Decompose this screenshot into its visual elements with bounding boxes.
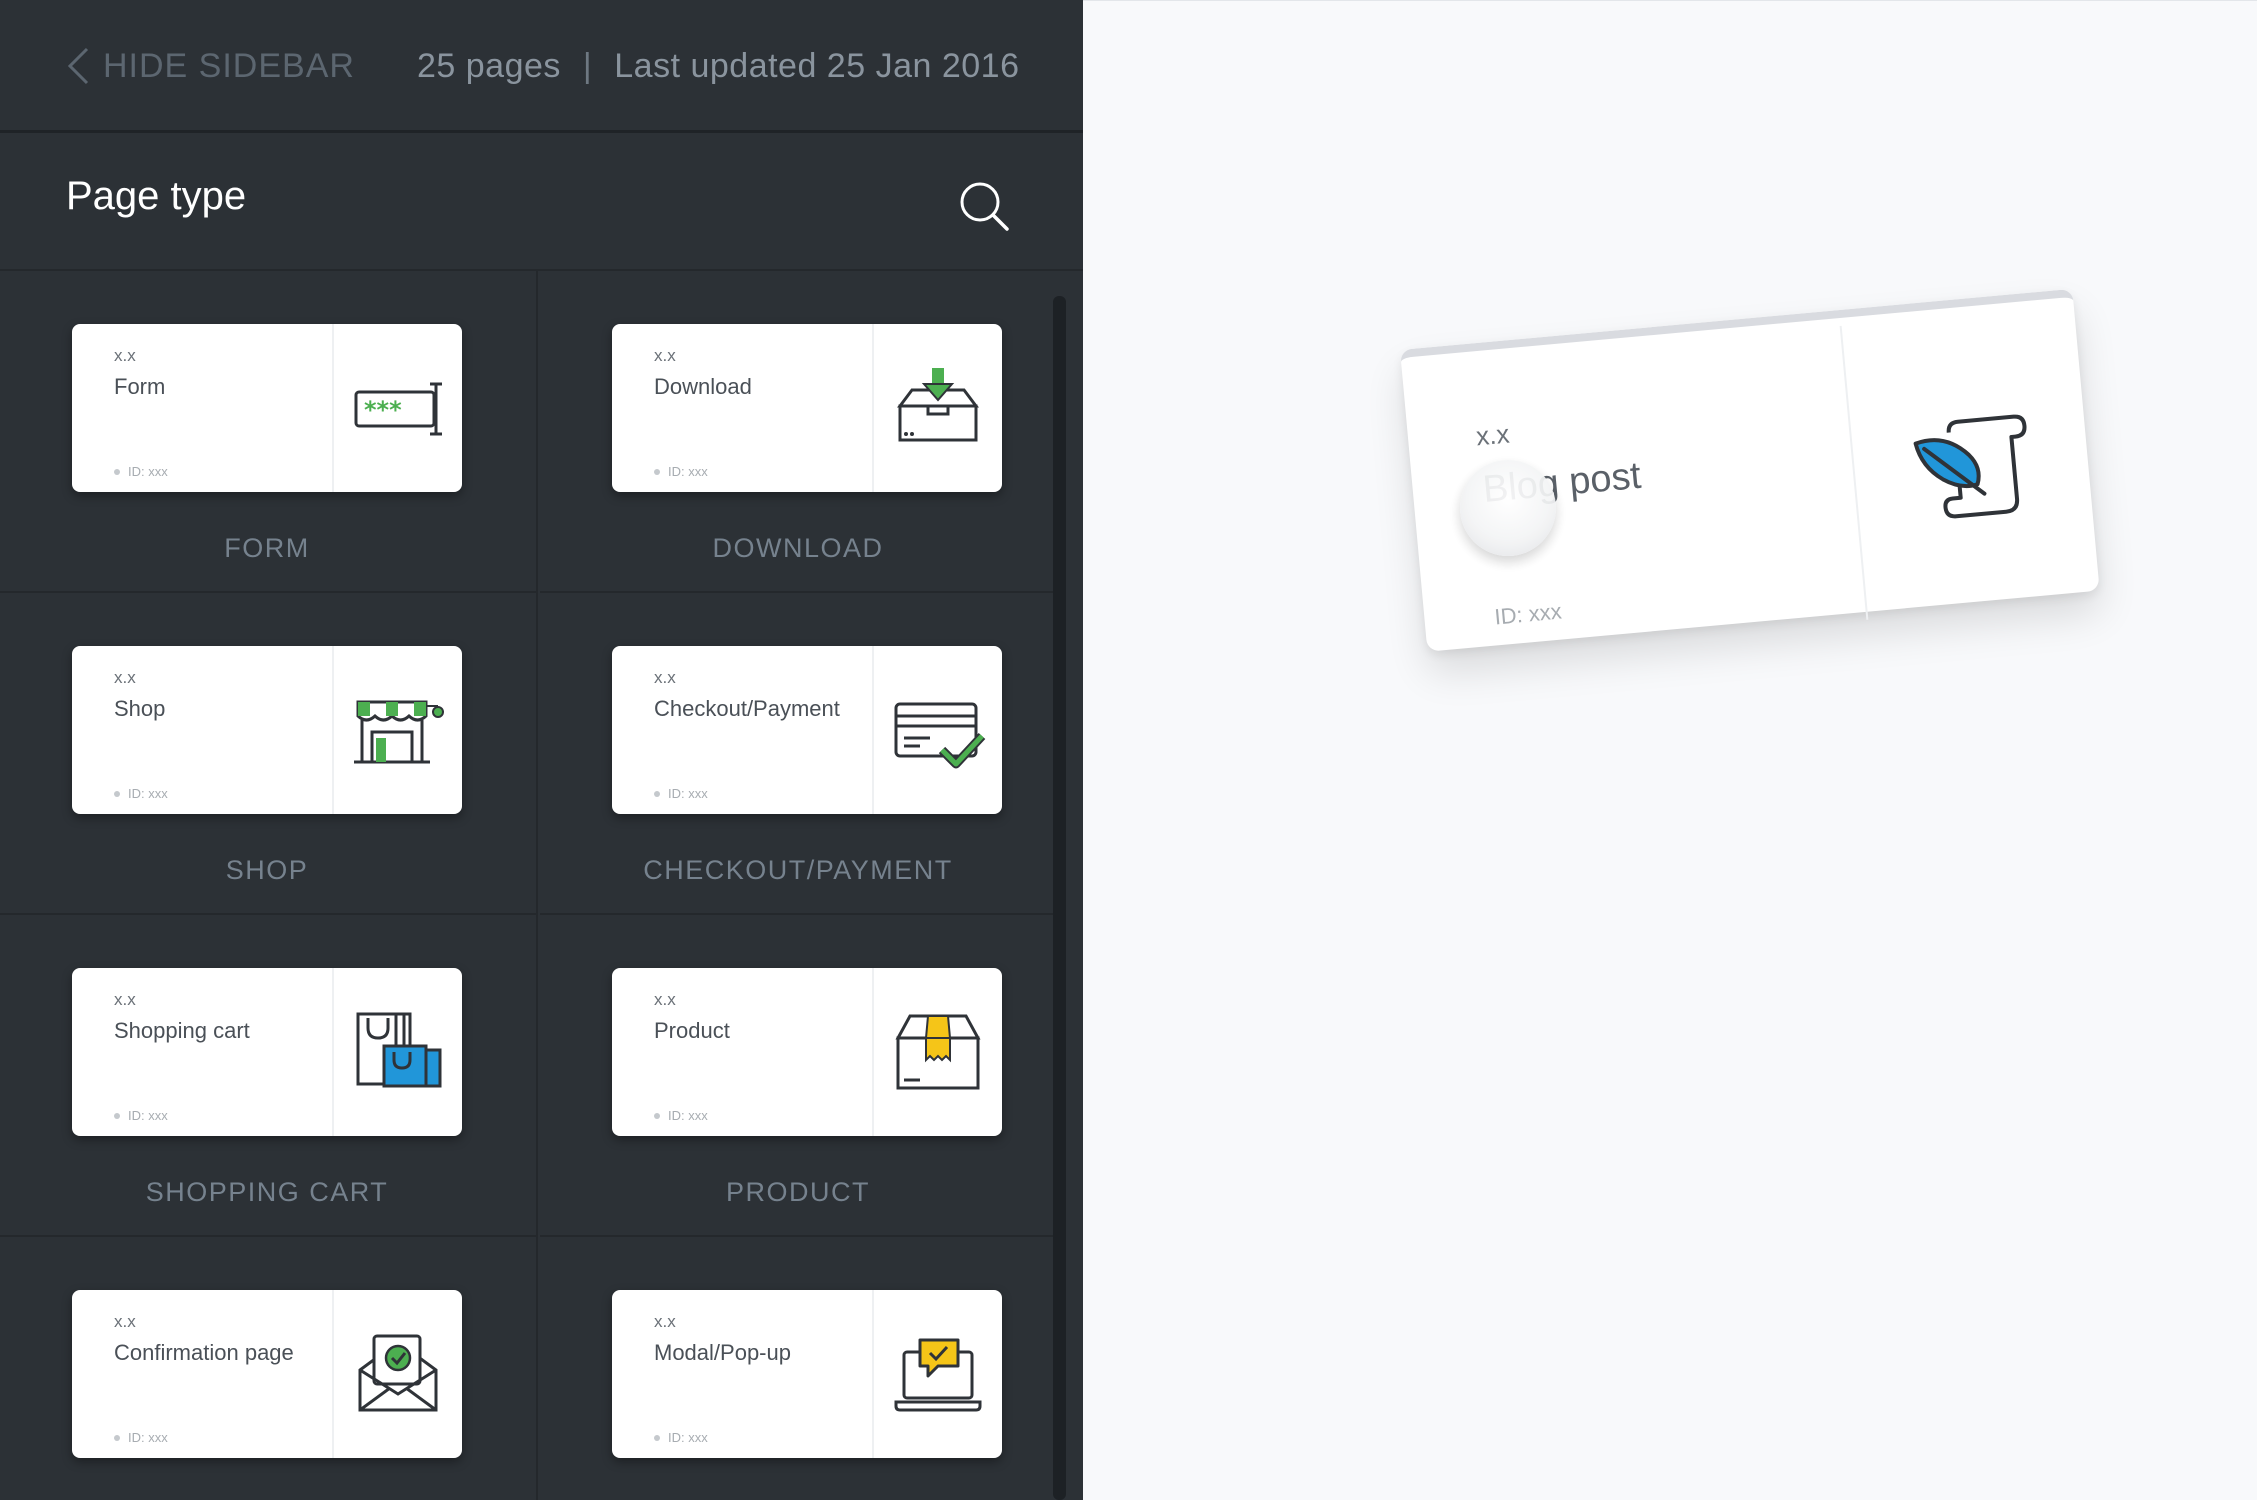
card-icon-pane bbox=[332, 968, 462, 1136]
form-password-icon: *** bbox=[354, 382, 442, 436]
card-icon-pane: *** bbox=[332, 324, 462, 492]
page-type-caption: SHOP bbox=[225, 855, 309, 885]
card-version: x.x bbox=[114, 346, 136, 365]
shopping-bags-icon bbox=[356, 1012, 442, 1088]
confirmation-envelope-icon bbox=[358, 1334, 438, 1412]
sidebar-scrollbar[interactable] bbox=[1053, 296, 1066, 1500]
search-icon bbox=[960, 182, 1009, 231]
card-name: Form bbox=[114, 374, 166, 399]
shop-storefront-icon bbox=[354, 700, 444, 764]
drag-cursor bbox=[1460, 460, 1556, 556]
card-id: ID: xxx bbox=[654, 786, 708, 801]
page-card: x.x Download ID: xxx bbox=[612, 324, 1002, 492]
card-id: ID: xxx bbox=[114, 1430, 168, 1445]
card-name: Shop bbox=[114, 696, 166, 721]
page-type-caption: CHECKOUT/PAYMENT bbox=[643, 855, 953, 885]
card-version: x.x bbox=[654, 346, 676, 365]
card-name: Modal/Pop-up bbox=[654, 1340, 791, 1365]
page-type-caption: DOWNLOAD bbox=[712, 533, 884, 563]
card-id: ID: xxx bbox=[654, 1430, 708, 1445]
dragged-card-icon-pane bbox=[1839, 304, 2101, 620]
page-type-item-modal[interactable]: x.x Modal/Pop-up ID: xxx bbox=[540, 1237, 1055, 1500]
card-version: x.x bbox=[654, 990, 676, 1009]
meta-separator: | bbox=[582, 46, 593, 85]
page-type-title: Page type bbox=[66, 174, 247, 218]
sidebar-topbar: HIDE SIDEBAR 25 pages | Last updated 25 … bbox=[0, 0, 1083, 133]
search-button[interactable] bbox=[958, 180, 1010, 232]
page-type-header: Page type bbox=[0, 136, 1083, 271]
page-type-item-download[interactable]: x.x Download ID: xxx DOWNLOAD bbox=[540, 271, 1055, 593]
canvas-area[interactable] bbox=[1083, 0, 2257, 1500]
card-version: x.x bbox=[114, 990, 136, 1009]
page-card: x.x Modal/Pop-up ID: xxx bbox=[612, 1290, 1002, 1458]
pages-count: 25 pages bbox=[417, 46, 561, 85]
page-type-item-confirmation[interactable]: x.x Confirmation page ID: xxx bbox=[0, 1237, 538, 1500]
page-type-caption: FORM bbox=[224, 533, 310, 563]
card-name: Shopping cart bbox=[114, 1018, 250, 1043]
card-version: x.x bbox=[114, 668, 136, 687]
svg-text:***: *** bbox=[364, 396, 402, 424]
hide-sidebar-button[interactable]: HIDE SIDEBAR bbox=[65, 44, 355, 88]
card-icon-pane bbox=[332, 646, 462, 814]
card-icon-pane bbox=[872, 1290, 1002, 1458]
card-icon-pane bbox=[332, 1290, 462, 1458]
card-name: Download bbox=[654, 374, 752, 399]
page-card: x.x Checkout/Payment ID: xxx bbox=[612, 646, 1002, 814]
dragged-card-id: ID: xxx bbox=[1493, 598, 1563, 630]
page-type-caption: PRODUCT bbox=[726, 1177, 870, 1207]
sidebar: HIDE SIDEBAR 25 pages | Last updated 25 … bbox=[0, 0, 1083, 1500]
credit-card-check-icon bbox=[894, 702, 986, 769]
page-card: x.x Confirmation page ID: xxx bbox=[72, 1290, 462, 1458]
page-card: x.x Shop ID: xxx bbox=[72, 646, 462, 814]
card-name: Confirmation page bbox=[114, 1340, 294, 1365]
card-icon-pane bbox=[872, 324, 1002, 492]
hide-sidebar-label: HIDE SIDEBAR bbox=[103, 46, 355, 85]
card-id: ID: xxx bbox=[114, 1108, 168, 1123]
page-card: x.x Form ID: xxx *** bbox=[72, 324, 462, 492]
page-type-item-shop[interactable]: x.x Shop ID: xxx SHOP bbox=[0, 593, 538, 915]
last-updated: Last updated 25 Jan 2016 bbox=[614, 46, 1020, 85]
quill-scroll-icon bbox=[1913, 414, 2026, 518]
download-box-icon bbox=[897, 368, 979, 442]
page-card: x.x Shopping cart ID: xxx bbox=[72, 968, 462, 1136]
page-type-item-product[interactable]: x.x Product ID: xxx PRODUCT bbox=[540, 915, 1055, 1237]
page-type-item-shopping-cart[interactable]: x.x Shopping cart ID: xxx SHOPPING CART bbox=[0, 915, 538, 1237]
product-box-icon bbox=[895, 1014, 981, 1090]
sidebar-meta: 25 pages | Last updated 25 Jan 2016 bbox=[417, 44, 1019, 88]
card-id: ID: xxx bbox=[654, 1108, 708, 1123]
card-version: x.x bbox=[114, 1312, 136, 1331]
card-name: Product bbox=[654, 1018, 730, 1043]
card-icon-pane bbox=[872, 646, 1002, 814]
page-type-caption: SHOPPING CART bbox=[145, 1177, 389, 1207]
dragged-card-version: x.x bbox=[1474, 418, 1511, 452]
card-name: Checkout/Payment bbox=[654, 696, 840, 721]
page-type-item-form[interactable]: x.x Form ID: xxx *** FORM bbox=[0, 271, 538, 593]
card-version: x.x bbox=[654, 1312, 676, 1331]
page-card: x.x Product ID: xxx bbox=[612, 968, 1002, 1136]
laptop-popup-icon bbox=[894, 1338, 982, 1412]
chevron-left-icon bbox=[67, 47, 89, 85]
card-id: ID: xxx bbox=[114, 786, 168, 801]
page-type-item-checkout[interactable]: x.x Checkout/Payment ID: xxx CHECKOUT/PA bbox=[540, 593, 1055, 915]
card-version: x.x bbox=[654, 668, 676, 687]
card-icon-pane bbox=[872, 968, 1002, 1136]
card-id: ID: xxx bbox=[654, 464, 708, 479]
card-id: ID: xxx bbox=[114, 464, 168, 479]
